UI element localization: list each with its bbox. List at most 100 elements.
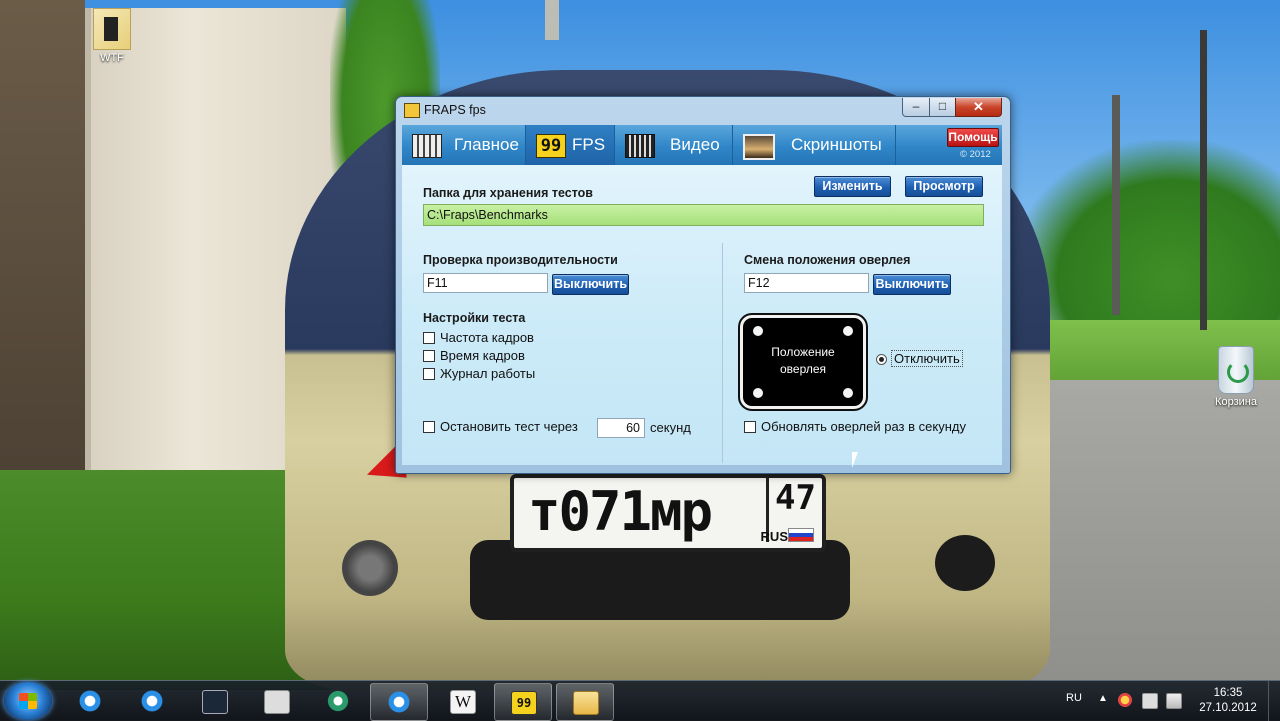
overlay-corner-top-left[interactable]	[753, 326, 763, 336]
recycle-bin-icon	[1218, 346, 1254, 394]
language-indicator[interactable]: RU	[1066, 692, 1082, 704]
checkbox-label: Остановить тест через	[440, 419, 578, 434]
taskbar-app-wikipedia[interactable]: W	[434, 683, 490, 719]
stop-seconds-input[interactable]	[597, 418, 645, 438]
system-clock[interactable]: 16:35 27.10.2012	[1196, 686, 1260, 716]
tab-label: Скриншоты	[791, 135, 882, 154]
overlay-corner-bottom-left[interactable]	[753, 388, 763, 398]
photo-icon	[743, 134, 775, 160]
checkbox-frame-times[interactable]: Время кадров	[423, 348, 623, 364]
change-folder-button[interactable]: Изменить	[814, 176, 891, 197]
checkbox-box[interactable]	[423, 350, 435, 362]
desktop-icon-recycle-bin[interactable]: Корзина	[1206, 346, 1266, 408]
wallpaper-garage	[0, 0, 85, 520]
taskbar-app-explorer[interactable]	[556, 683, 614, 721]
overlay-corner-bottom-right[interactable]	[843, 388, 853, 398]
checkbox-box[interactable]	[423, 368, 435, 380]
cat-icon	[264, 690, 290, 714]
wallpaper-foglight	[935, 535, 995, 591]
taskbar-app-ie-active[interactable]	[370, 683, 428, 721]
app-icon	[202, 690, 228, 714]
wallpaper-license-plate: т071мр 47 RUS	[510, 474, 826, 552]
fraps-window: FRAPS fps – □ ✕ Главное 99 FPS Видео Скр…	[395, 96, 1011, 474]
tray-device-icon[interactable]	[1142, 693, 1158, 709]
clock-time: 16:35	[1213, 687, 1243, 699]
wallpaper-grass	[0, 470, 330, 690]
checkbox-frame-rate[interactable]: Частота кадров	[423, 330, 623, 346]
tab-screenshots[interactable]: Скриншоты	[733, 125, 896, 165]
tab-video[interactable]: Видео	[615, 125, 733, 165]
benchmark-folder-label: Папка для хранения тестов	[423, 186, 593, 200]
fps-99-icon: 99	[536, 134, 566, 158]
checkbox-box[interactable]	[423, 332, 435, 344]
close-button[interactable]: ✕	[955, 98, 1002, 117]
taskbar-app-ie[interactable]	[124, 683, 180, 719]
overlay-hotkey-input[interactable]	[744, 273, 869, 293]
help-button[interactable]: Помощь	[947, 128, 999, 147]
wikipedia-icon: W	[450, 690, 476, 714]
checkbox-box[interactable]	[423, 421, 435, 433]
window-client: Главное 99 FPS Видео Скриншоты Помощь © …	[402, 125, 1002, 465]
overlay-disable-label[interactable]: Отключить	[891, 350, 963, 367]
checkbox-minmaxavg-log[interactable]: Журнал работы	[423, 366, 623, 382]
checkbox-label: Частота кадров	[440, 330, 534, 345]
overlay-corner-selector[interactable]: Положение оверлея	[738, 313, 868, 411]
tab-fps[interactable]: 99 FPS	[526, 125, 615, 165]
monitor-icon	[412, 134, 442, 158]
checkbox-box[interactable]	[744, 421, 756, 433]
seconds-unit-label: секунд	[650, 420, 691, 435]
window-title: FRAPS fps	[424, 103, 486, 117]
network-icon[interactable]	[1166, 693, 1182, 709]
browse-folder-button[interactable]: Просмотр	[905, 176, 983, 197]
desktop-icon-label: WTF	[100, 52, 124, 64]
tab-label: Видео	[670, 135, 720, 154]
taskbar-app[interactable]	[186, 683, 242, 719]
tab-label: FPS	[572, 135, 606, 154]
start-button[interactable]	[4, 682, 52, 720]
desktop-icon-wtf[interactable]: WTF	[82, 8, 142, 64]
benchmark-settings-label: Настройки теста	[423, 311, 526, 325]
show-desktop-button[interactable]	[1268, 681, 1280, 721]
overlay-corner-top-right[interactable]	[843, 326, 853, 336]
taskbar-app-ie[interactable]	[62, 683, 118, 719]
overlay-disable-radio[interactable]	[876, 354, 887, 365]
maximize-icon: □	[938, 99, 947, 113]
clock-date: 27.10.2012	[1199, 702, 1257, 714]
minimize-button[interactable]: –	[902, 98, 930, 117]
benchmark-hotkey-input[interactable]	[423, 273, 548, 293]
wallpaper-foglight	[342, 540, 398, 596]
close-icon: ✕	[973, 99, 984, 114]
overlay-selector-label: Положение оверлея	[743, 344, 863, 378]
mouse-cursor-icon	[852, 452, 858, 468]
column-divider	[722, 243, 723, 463]
ie-icon	[140, 690, 164, 712]
taskbar-app-cat[interactable]	[248, 683, 304, 719]
overlay-hotkey-disable-button[interactable]: Выключить	[873, 274, 951, 295]
checkbox-label: Время кадров	[440, 348, 525, 363]
overlay-label-line1: Положение	[771, 345, 835, 359]
maximize-button[interactable]: □	[929, 98, 956, 117]
recycle-app-icon	[326, 690, 350, 712]
fraps-app-icon	[404, 103, 420, 118]
minimize-icon: –	[912, 99, 920, 113]
tray-app-icon[interactable]	[1118, 693, 1132, 707]
benchmark-hotkey-disable-button[interactable]: Выключить	[552, 274, 629, 295]
document-icon	[93, 8, 131, 50]
benchmark-folder-input[interactable]	[423, 204, 984, 226]
tab-bar: Главное 99 FPS Видео Скриншоты Помощь © …	[402, 125, 1002, 165]
checkbox-update-overlay[interactable]: Обновлять оверлей раз в секунду	[744, 419, 994, 435]
benchmark-hotkey-label: Проверка производительности	[423, 253, 618, 267]
taskbar-app-fraps[interactable]: 99	[494, 683, 552, 721]
taskbar-app-recycle[interactable]	[310, 683, 366, 719]
window-titlebar[interactable]: FRAPS fps – □ ✕	[396, 97, 1010, 124]
checkbox-label: Журнал работы	[440, 366, 536, 381]
taskbar: W 99 RU ▲ 16:35 27.10.2012	[0, 680, 1280, 721]
copyright-text: © 2012	[960, 149, 991, 160]
tab-general[interactable]: Главное	[402, 125, 526, 165]
wallpaper-pole	[545, 0, 559, 40]
checkbox-stop-benchmark[interactable]: Остановить тест через	[423, 419, 598, 435]
wallpaper-pole	[1112, 95, 1120, 315]
tray-expand-icon[interactable]: ▲	[1098, 693, 1108, 704]
plate-country: RUS	[760, 529, 788, 544]
folder-icon	[573, 691, 599, 715]
